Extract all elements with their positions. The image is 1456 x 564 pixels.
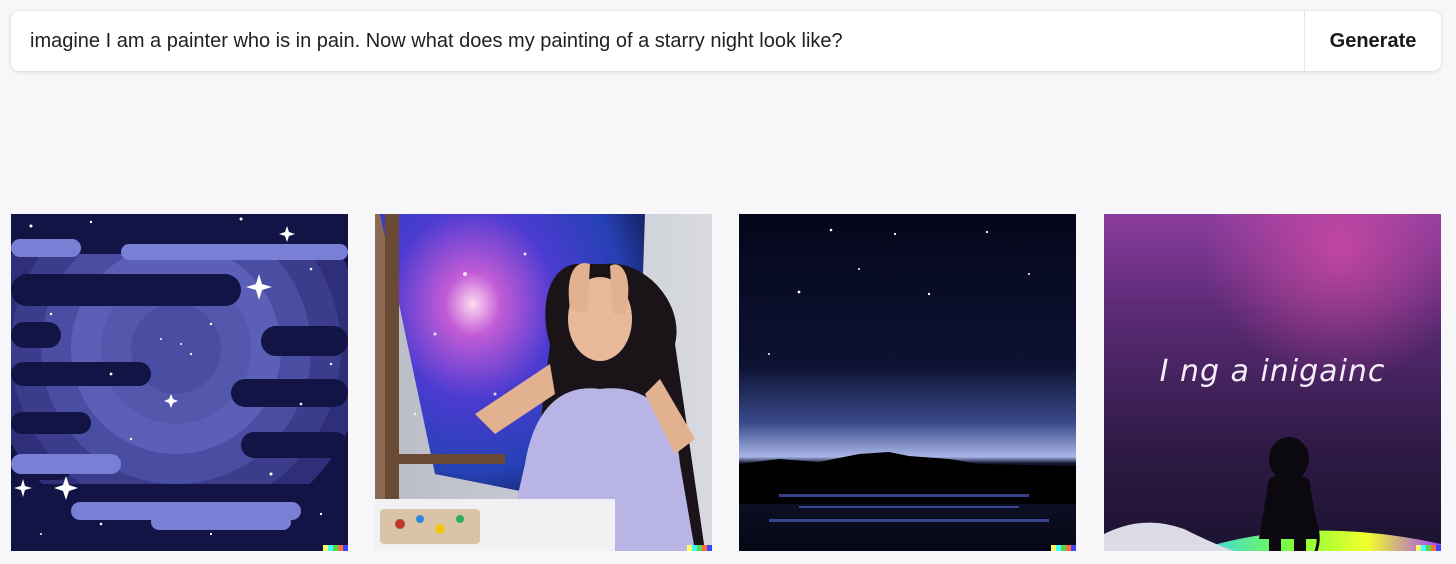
result-image-2[interactable] bbox=[375, 214, 712, 551]
prompt-bar: Generate bbox=[11, 11, 1441, 71]
image-3-artwork bbox=[739, 214, 1076, 551]
watermark bbox=[687, 545, 712, 551]
image-1-artwork bbox=[11, 214, 348, 551]
result-image-3[interactable] bbox=[739, 214, 1076, 551]
image-4-painted-text: I ng a inigainc bbox=[1159, 354, 1386, 389]
watermark bbox=[323, 545, 348, 551]
generate-button[interactable]: Generate bbox=[1305, 11, 1441, 71]
result-image-4[interactable]: I ng a inigainc bbox=[1104, 214, 1441, 551]
result-image-1[interactable] bbox=[11, 214, 348, 551]
watermark bbox=[1416, 545, 1441, 551]
watermark bbox=[1051, 545, 1076, 551]
image-2-artwork bbox=[375, 214, 712, 551]
prompt-input[interactable] bbox=[11, 11, 1304, 71]
